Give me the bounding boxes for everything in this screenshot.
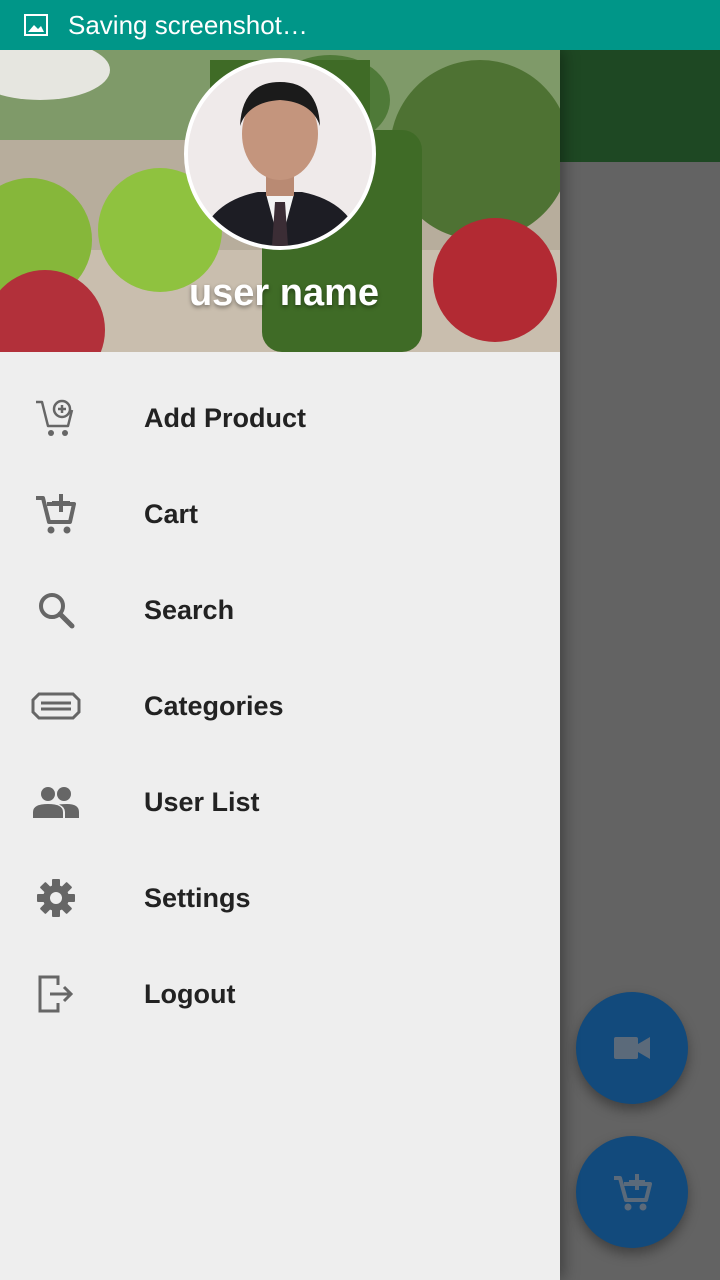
status-text: Saving screenshot…: [68, 9, 308, 40]
menu-item-search[interactable]: Search: [0, 562, 560, 658]
categories-icon: [31, 692, 81, 720]
menu-item-categories[interactable]: Categories: [0, 658, 560, 754]
menu-item-label: Add Product: [144, 402, 306, 433]
user-name: user name: [188, 272, 380, 314]
avatar-photo: [188, 62, 372, 246]
add-cart-icon: [36, 399, 74, 436]
add-cart-icon: [614, 1174, 652, 1211]
add-to-cart-fab-button[interactable]: [576, 1136, 688, 1248]
navigation-drawer: user name Add Product Cart Search Catego…: [0, 50, 560, 1280]
menu-item-label: User List: [144, 786, 260, 817]
drawer-menu: Add Product Cart Search Categories User …: [0, 352, 560, 1042]
menu-item-settings[interactable]: Settings: [0, 850, 560, 946]
logout-icon: [38, 975, 74, 1013]
app-content-scrim[interactable]: [560, 162, 720, 1280]
menu-item-label: Categories: [144, 690, 284, 721]
image-icon: [24, 14, 48, 36]
cart-icon: [36, 494, 76, 534]
menu-item-label: Search: [144, 594, 235, 625]
menu-item-label: Cart: [144, 498, 199, 529]
people-icon: [33, 787, 79, 818]
video-fab-button[interactable]: [576, 992, 688, 1104]
menu-item-cart[interactable]: Cart: [0, 466, 560, 562]
search-icon: [39, 593, 75, 629]
video-icon: [614, 1037, 650, 1059]
drawer-header: user name: [0, 50, 560, 352]
menu-item-label: Settings: [144, 882, 251, 913]
gear-icon: [37, 879, 75, 917]
menu-item-user-list[interactable]: User List: [0, 754, 560, 850]
menu-item-label: Logout: [144, 978, 236, 1009]
menu-item-logout[interactable]: Logout: [0, 946, 560, 1042]
app-toolbar: [560, 50, 720, 162]
menu-item-add-product[interactable]: Add Product: [0, 370, 560, 466]
status-bar: Saving screenshot…: [0, 0, 720, 50]
avatar[interactable]: [184, 58, 376, 250]
